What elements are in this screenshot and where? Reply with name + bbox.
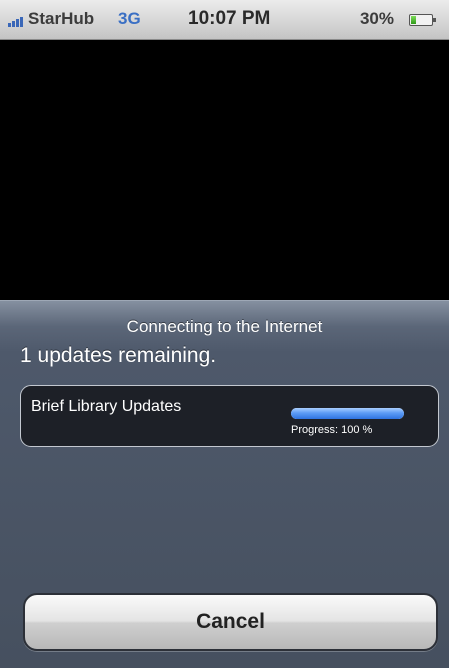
progress-bar-fill xyxy=(291,408,404,419)
carrier-name: StarHub xyxy=(28,9,95,28)
app-screen: StarHub 3G 10:07 PM 30% Connecting to th… xyxy=(0,0,449,668)
battery-percent: 30% xyxy=(359,9,394,28)
battery-icon xyxy=(409,14,436,26)
sheet-title: Connecting to the Internet xyxy=(126,317,323,336)
video-area xyxy=(0,40,449,300)
cancel-button[interactable]: Cancel xyxy=(23,593,438,651)
status-bar: StarHub 3G 10:07 PM 30% xyxy=(0,0,449,40)
connection-sheet: Connecting to the Internet 1 updates rem… xyxy=(0,300,449,668)
network-type: 3G xyxy=(118,9,141,28)
status-time: 10:07 PM xyxy=(188,8,271,29)
battery-nub xyxy=(433,18,436,22)
battery-fill xyxy=(411,16,416,24)
progress-bar xyxy=(291,408,404,419)
signal-bars-icon xyxy=(8,15,26,27)
progress-text: Progress: 100 % xyxy=(291,424,373,436)
updates-remaining-text: 1 updates remaining. xyxy=(20,344,217,367)
update-panel: Brief Library Updates Progress: 100 % xyxy=(20,385,439,447)
update-item-label: Brief Library Updates xyxy=(31,398,182,415)
